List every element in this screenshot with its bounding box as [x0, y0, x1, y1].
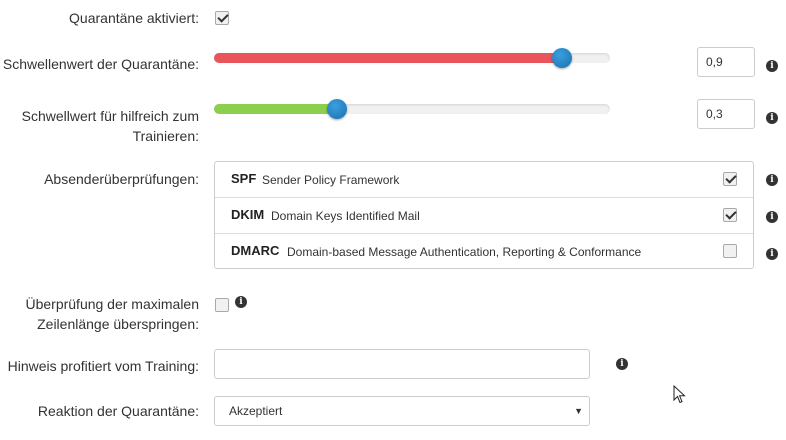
- reaction-select[interactable]: Akzeptiert ▼: [214, 396, 590, 426]
- quarantine-label: Quarantäne aktiviert:: [69, 10, 199, 26]
- skip-line-length-checkbox[interactable]: [215, 298, 229, 312]
- helpful-slider-fill: [214, 104, 337, 114]
- helpful-slider-track[interactable]: [214, 104, 610, 114]
- helpful-info-icon[interactable]: i: [766, 112, 778, 124]
- helpful-threshold-label-line1: Schwellwert für hilfreich zum: [21, 108, 199, 124]
- dkim-info-icon[interactable]: i: [766, 211, 778, 223]
- mouse-pointer-icon: [673, 385, 686, 404]
- dmarc-checkbox[interactable]: [723, 244, 737, 258]
- quarantine-checkbox[interactable]: [215, 11, 229, 25]
- sender-check-row-dmarc: DMARC Domain-based Message Authenticatio…: [215, 233, 753, 270]
- skip-line-length-label-line1: Überprüfung der maximalen: [25, 296, 199, 312]
- helpful-number-input[interactable]: 0,3: [697, 99, 755, 129]
- hint-training-label: Hinweis profitiert vom Training:: [7, 358, 199, 374]
- hint-training-info-icon[interactable]: i: [616, 358, 628, 370]
- helpful-threshold-label: Schwellwert für hilfreich zum Trainieren…: [22, 106, 199, 146]
- dmarc-info-icon[interactable]: i: [766, 248, 778, 260]
- dkim-desc: Domain Keys Identified Mail: [271, 209, 420, 223]
- helpful-threshold-label-line2: Trainieren:: [132, 128, 199, 144]
- chevron-down-icon: ▼: [574, 406, 583, 416]
- skip-line-length-label: Überprüfung der maximalen Zeilenlänge üb…: [25, 294, 199, 334]
- dkim-abbr: DKIM: [231, 207, 265, 222]
- helpful-slider-handle[interactable]: [326, 99, 347, 119]
- sender-check-row-spf: SPF Sender Policy Framework: [215, 162, 753, 198]
- threshold-label: Schwellenwert der Quarantäne:: [2, 56, 199, 72]
- dmarc-abbr: DMARC: [231, 243, 280, 258]
- skip-line-length-label-line2: Zeilenlänge überspringen:: [37, 316, 199, 332]
- spf-info-icon[interactable]: i: [766, 174, 778, 186]
- skip-line-length-info-icon[interactable]: i: [235, 296, 247, 308]
- spf-desc: Sender Policy Framework: [262, 173, 400, 187]
- spf-abbr: SPF: [231, 171, 257, 186]
- sender-check-row-dkim: DKIM Domain Keys Identified Mail: [215, 197, 753, 234]
- threshold-number-input[interactable]: 0,9: [697, 47, 755, 77]
- dkim-checkbox[interactable]: [723, 208, 737, 222]
- threshold-slider-handle[interactable]: [552, 48, 573, 68]
- threshold-slider-track[interactable]: [214, 53, 610, 63]
- sender-checks-panel: SPF Sender Policy Framework DKIM Domain …: [214, 161, 754, 269]
- spf-checkbox[interactable]: [723, 172, 737, 186]
- threshold-info-icon[interactable]: i: [766, 60, 778, 72]
- hint-training-input[interactable]: [214, 349, 590, 379]
- dmarc-desc: Domain-based Message Authentication, Rep…: [287, 245, 642, 259]
- reaction-selected-value: Akzeptiert: [229, 404, 283, 418]
- sender-checks-label: Absenderüberprüfungen:: [44, 171, 199, 187]
- reaction-label: Reaktion der Quarantäne:: [37, 403, 199, 419]
- threshold-slider-fill: [214, 53, 563, 63]
